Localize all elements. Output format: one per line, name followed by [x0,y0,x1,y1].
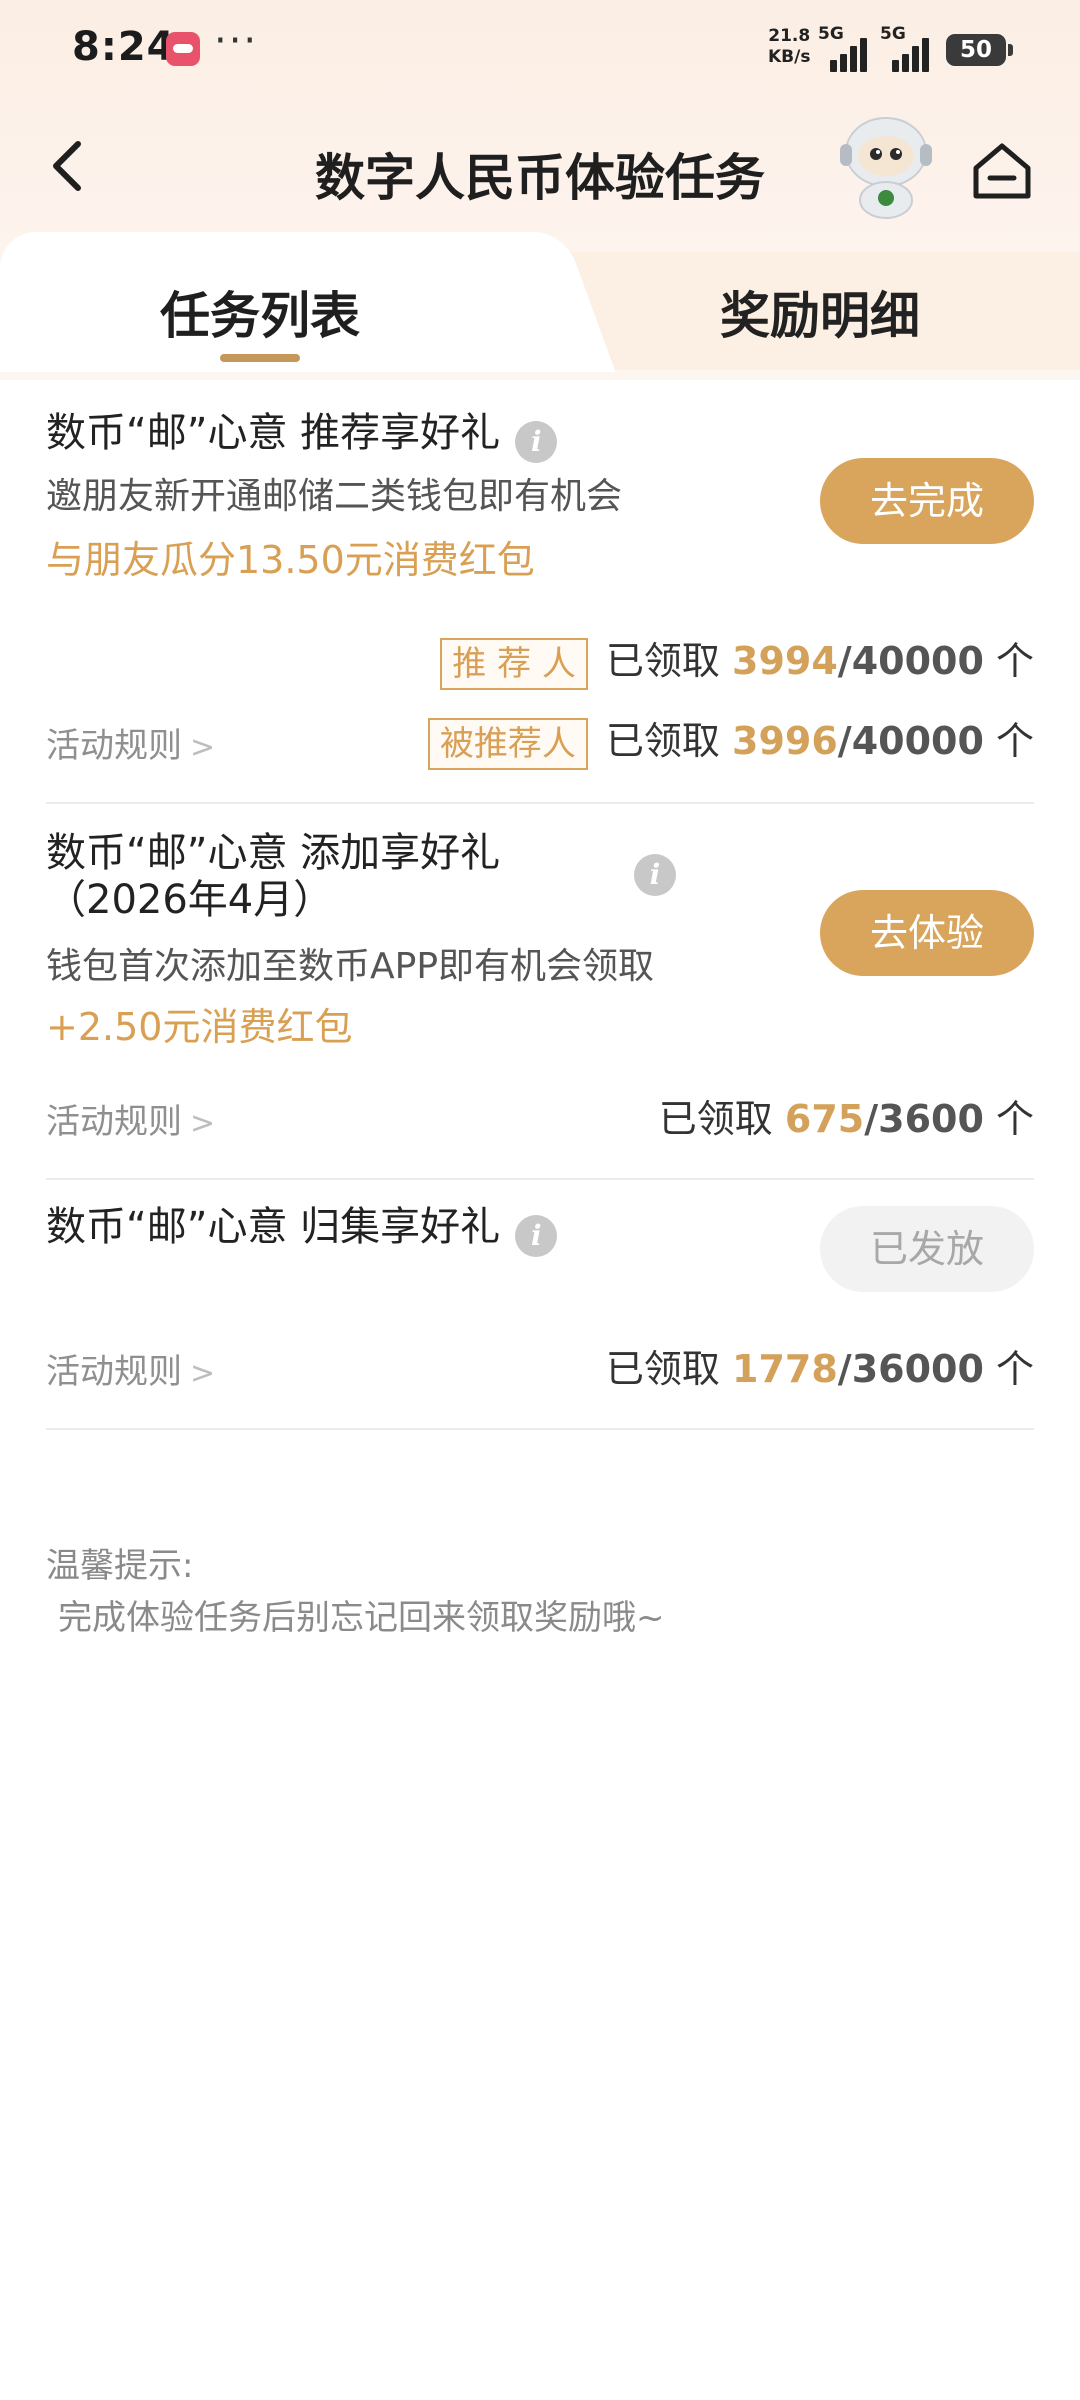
tab-task-list[interactable]: 任务列表 [0,276,520,348]
claimed-count: 3996 [732,719,838,763]
task-title: 数币“邮”心意 归集享好礼 [46,1204,501,1250]
stat-unit: 个 [995,639,1034,683]
battery-icon: 50 [946,34,1013,66]
claimed-count: 675 [784,1097,865,1141]
experience-button[interactable]: 去体验 [820,890,1034,976]
tab-reward-details[interactable]: 奖励明细 [620,276,1020,348]
info-icon[interactable]: i [515,1214,558,1257]
more-notifications-icon: ··· [214,18,259,64]
tips-section: 温馨提示: 完成体验任务后别忘记回来领取奖励哦~ [46,1540,1036,1644]
chevron-right-icon: > [190,730,216,765]
status-time: 8:24 [72,24,176,70]
stat-prefix: 已领取 [658,1097,773,1141]
total-count: 36000 [851,1347,984,1391]
activity-rules-label: 活动规则 [46,1102,182,1142]
task-card-collect: 数币“邮”心意 归集享好礼 i 已发放 活动规则 > 已领取 1778/36000… [46,1180,1034,1430]
network-speed: 21.8 KB/s [768,26,810,68]
stat-unit: 个 [995,719,1034,763]
task-description: 钱包首次添加至数币APP即有机会领取 [46,946,655,987]
network-speed-unit: KB/s [768,47,811,67]
nav-bar: 数字人民币体验任务 [0,110,1080,230]
tab-bar: 任务列表 奖励明细 [0,232,1080,372]
activity-rules-link[interactable]: 活动规则 > [46,718,215,767]
chevron-right-icon: > [190,1356,216,1391]
total-count: 40000 [851,639,984,683]
stat-prefix: 已领取 [605,719,720,763]
task-title: 数币“邮”心意 推荐享好礼 [46,410,501,456]
task-list: 数币“邮”心意 推荐享好礼 i 邀朋友新开通邮储二类钱包即有机会 与朋友瓜分13… [0,372,1080,1430]
task-title: 数币“邮”心意 添加享好礼 [46,830,501,876]
robot-mascot-icon[interactable] [836,110,936,220]
task-card-add-wallet: 数币“邮”心意 添加享好礼 （2026年4月） i 钱包首次添加至数币APP即有… [46,804,1034,1180]
total-count: 40000 [851,719,984,763]
stat-prefix: 已领取 [605,639,720,683]
network-speed-value: 21.8 [768,26,811,46]
activity-rules-link[interactable]: 活动规则 > [46,1094,215,1143]
issued-button[interactable]: 已发放 [820,1206,1034,1292]
referrer-stat: 推 荐 人已领取 3994/40000 个 [440,630,1034,690]
stat-unit: 个 [995,1097,1034,1141]
task-description: 邀朋友新开通邮储二类钱包即有机会 [46,476,623,517]
info-icon[interactable]: i [515,420,558,463]
tips-text: 完成体验任务后别忘记回来领取奖励哦~ [58,1598,665,1638]
referee-stat: 被推荐人 已领取 3996/40000 个 [427,710,1034,770]
stat-prefix: 已领取 [605,1347,720,1391]
claim-stat: 已领取 1778/36000 个 [605,1347,1034,1391]
info-icon[interactable]: i [634,854,676,896]
tab-active-indicator [220,354,300,362]
home-button[interactable] [966,136,1038,206]
home-icon [973,143,1031,199]
complete-button[interactable]: 去完成 [820,458,1034,544]
activity-rules-link[interactable]: 活动规则 > [46,1344,215,1393]
status-bar: 8:24 ··· 21.8 KB/s 5G 5G 50 [0,0,1080,100]
total-count: 3600 [878,1097,984,1141]
role-tag-referrer: 推 荐 人 [440,637,588,690]
claimed-count: 1778 [732,1347,838,1391]
task-reward: 与朋友瓜分13.50元消费红包 [46,538,535,582]
activity-rules-label: 活动规则 [46,726,182,766]
task-card-recommend: 数币“邮”心意 推荐享好礼 i 邀朋友新开通邮储二类钱包即有机会 与朋友瓜分13… [46,372,1034,804]
task-reward: +2.50元消费红包 [46,1005,353,1049]
stat-unit: 个 [995,1347,1034,1391]
notification-app-icon [166,32,200,66]
role-tag-referee: 被推荐人 [427,717,588,770]
activity-rules-label: 活动规则 [46,1352,182,1392]
chevron-right-icon: > [190,1106,216,1141]
claimed-count: 3994 [732,639,838,683]
task-title-line2: （2026年4月） [46,877,334,923]
claim-stat: 已领取 675/3600 个 [658,1097,1034,1141]
tips-title: 温馨提示: [46,1546,194,1586]
